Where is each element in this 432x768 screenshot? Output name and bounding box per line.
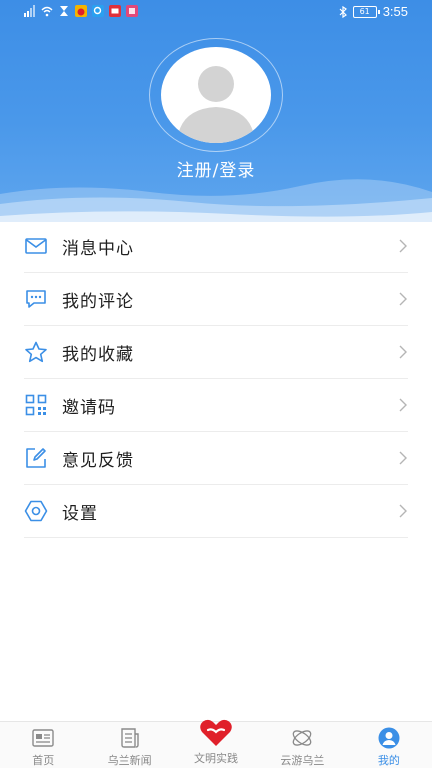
news-icon <box>120 728 139 748</box>
home-newspaper-icon <box>32 729 54 747</box>
battery-level: 61 <box>359 6 370 16</box>
chevron-right-icon <box>399 398 407 412</box>
wifi-icon <box>41 6 53 17</box>
orbit-icon <box>293 730 312 746</box>
menu-item-invite-code[interactable]: 邀请码 <box>24 379 408 432</box>
chevron-right-icon <box>399 504 407 518</box>
bottom-tab-bar: 首页 乌兰新闻 文明实践 云游乌兰 我的 <box>0 719 432 768</box>
status-system: 61 3:55 <box>339 4 408 19</box>
tab-label: 文明实践 <box>194 752 239 765</box>
menu-item-label: 消息中心 <box>62 238 134 259</box>
menu-item-label: 意见反馈 <box>62 450 134 471</box>
tab-label: 云游乌兰 <box>280 754 325 767</box>
app-icon <box>126 5 138 17</box>
menu-item-comments[interactable]: 我的评论 <box>24 273 408 326</box>
star-icon <box>24 340 48 364</box>
menu-item-label: 设置 <box>62 503 98 524</box>
chevron-right-icon <box>399 292 407 306</box>
edit-icon <box>24 446 48 470</box>
profile-menu: 消息中心 我的评论 我的收藏 邀请码 意见反馈 设置 <box>0 220 432 538</box>
menu-item-label: 我的评论 <box>62 291 134 312</box>
menu-item-label: 邀请码 <box>62 397 116 418</box>
header-wave <box>0 179 432 222</box>
tab-label: 乌兰新闻 <box>107 754 152 767</box>
tab-virtual-tour[interactable]: 云游乌兰 <box>259 722 345 768</box>
status-bar: 61 3:55 <box>0 0 432 26</box>
settings-icon <box>24 499 48 523</box>
qrcode-icon <box>24 393 48 417</box>
tab-mine[interactable]: 我的 <box>346 722 432 768</box>
chevron-right-icon <box>399 345 407 359</box>
comment-icon <box>24 287 48 311</box>
bluetooth-icon <box>339 5 347 18</box>
signal-icon <box>24 5 35 17</box>
battery-indicator: 61 <box>352 5 380 18</box>
default-user-icon <box>177 66 255 143</box>
tab-civilization-practice[interactable]: 文明实践 <box>173 719 259 768</box>
chevron-right-icon <box>399 451 407 465</box>
tab-label: 首页 <box>32 754 55 767</box>
heart-icon <box>200 719 232 746</box>
tab-news[interactable]: 乌兰新闻 <box>86 722 172 768</box>
menu-item-settings[interactable]: 设置 <box>24 485 408 538</box>
menu-item-favorites[interactable]: 我的收藏 <box>24 326 408 379</box>
hourglass-icon <box>60 6 68 16</box>
avatar[interactable] <box>161 47 271 143</box>
menu-item-feedback[interactable]: 意见反馈 <box>24 432 408 485</box>
chevron-right-icon <box>399 239 407 253</box>
browser-icon <box>92 5 104 17</box>
status-notifications <box>24 5 138 17</box>
profile-icon <box>378 727 400 749</box>
weibo-icon <box>75 5 87 17</box>
mail-app-icon <box>109 5 121 17</box>
profile-header: 61 3:55 注册/登录 <box>0 0 432 222</box>
tab-home[interactable]: 首页 <box>0 722 86 768</box>
tab-label: 我的 <box>377 754 400 767</box>
clock: 3:55 <box>382 4 408 19</box>
menu-item-label: 我的收藏 <box>62 344 134 365</box>
mail-icon <box>24 234 48 258</box>
menu-item-messages[interactable]: 消息中心 <box>24 220 408 273</box>
